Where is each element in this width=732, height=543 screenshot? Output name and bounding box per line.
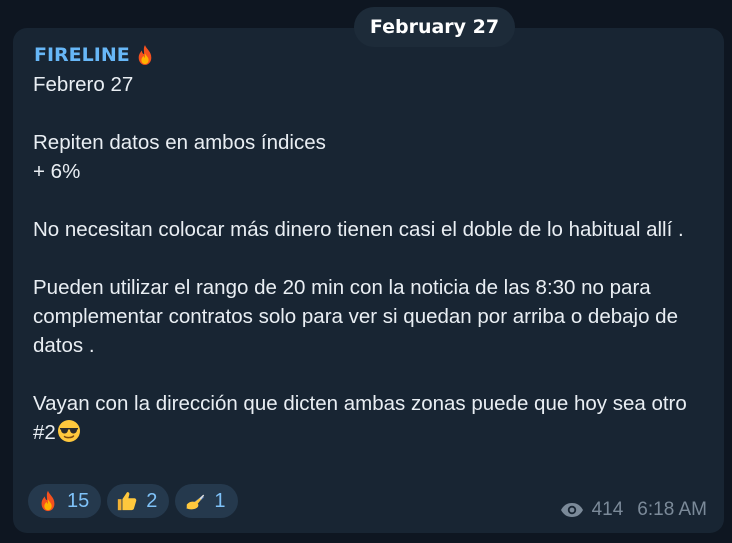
message-text: Febrero 27 Repiten datos en ambos índice…	[33, 70, 713, 447]
author-name[interactable]: FIRELINE	[34, 41, 130, 69]
view-count: 414	[591, 499, 624, 520]
reaction-count: 1	[214, 489, 226, 512]
message-author[interactable]: FIRELINE	[34, 41, 154, 69]
reaction-fire[interactable]: 15	[28, 484, 102, 518]
reaction-count: 15	[67, 489, 90, 512]
message-line: Febrero 27	[33, 73, 134, 96]
message-paragraph: Pueden utilizar el rango de 20 min con l…	[33, 276, 678, 357]
reaction-thumbs-up[interactable]: 2	[107, 484, 170, 518]
eye-icon	[560, 503, 583, 517]
message-line: + 6%	[33, 160, 81, 183]
message-meta: 414 6:18 AM	[560, 499, 707, 521]
message-last-line: Vayan con la dirección que dicten ambas …	[33, 392, 687, 444]
message-paragraph: No necesitan colocar más dinero tienen c…	[33, 218, 684, 241]
date-separator: February 27	[354, 7, 515, 47]
reactions-bar: 15 2 1	[28, 484, 238, 518]
fire-icon	[138, 45, 152, 65]
sunglasses-emoji-icon	[57, 420, 80, 442]
thumbs-up-icon	[118, 492, 137, 511]
fire-icon	[41, 490, 55, 512]
writing-hand-icon	[186, 494, 205, 510]
message-time: 6:18 AM	[637, 499, 707, 520]
message-paragraph: Vayan con la dirección que dicten ambas …	[33, 389, 713, 447]
message-line: Repiten datos en ambos índices	[33, 131, 326, 154]
reaction-count: 2	[146, 489, 158, 512]
reaction-writing-hand[interactable]: 1	[175, 484, 238, 518]
message-bubble[interactable]: FIRELINE Febrero 27 Repiten datos en amb…	[13, 28, 724, 533]
